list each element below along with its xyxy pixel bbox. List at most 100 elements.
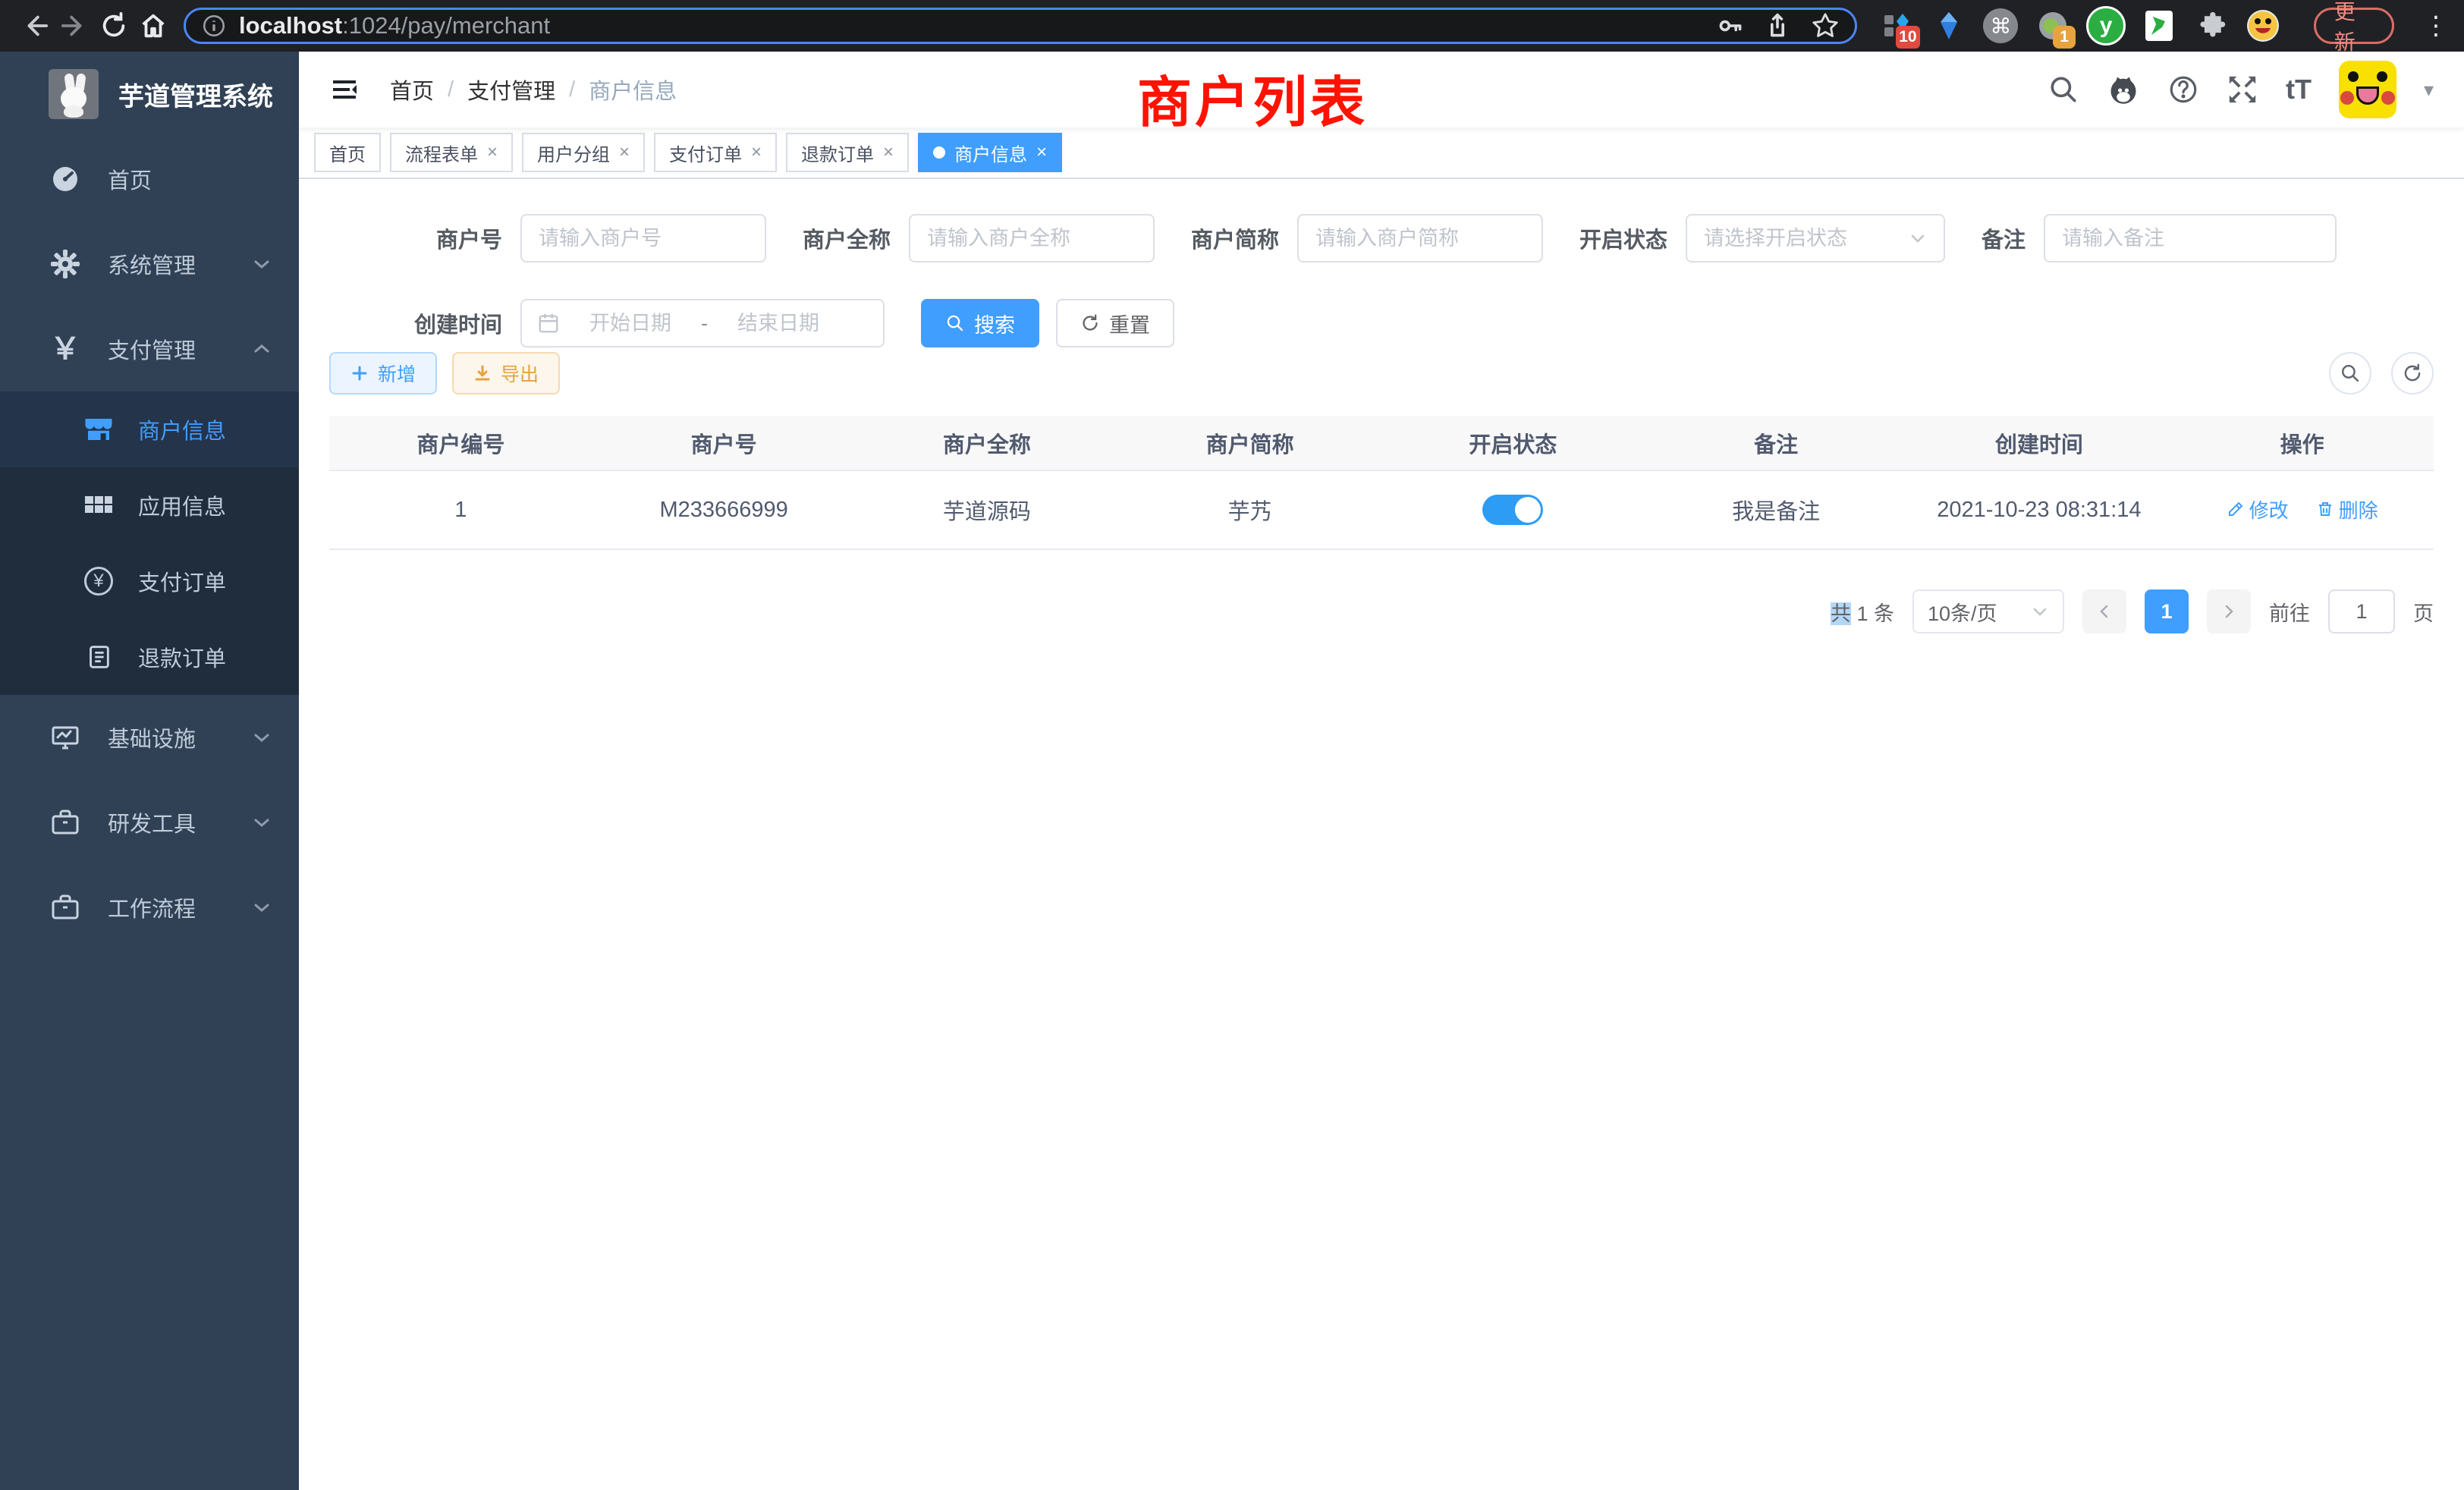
browser-home-button[interactable] — [134, 6, 173, 46]
close-icon[interactable]: × — [487, 142, 498, 163]
sidebar-item-dev-tools[interactable]: 研发工具 — [0, 780, 299, 865]
password-key-icon[interactable] — [1717, 12, 1744, 39]
extension-camera-icon[interactable]: 1 — [2035, 6, 2072, 46]
sidebar-item-pay-order[interactable]: ¥ 支付订单 — [0, 543, 299, 619]
avatar-caret-icon[interactable]: ▾ — [2424, 78, 2434, 102]
close-icon[interactable]: × — [883, 142, 894, 163]
date-range-picker[interactable]: - — [520, 299, 885, 347]
url-text: localhost:1024/pay/merchant — [239, 12, 1705, 39]
export-button[interactable]: 导出 — [452, 352, 560, 395]
tab-user-group[interactable]: 用户分组 × — [522, 133, 645, 172]
sidebar-submenu-pay: 商户信息 应用信息 ¥ 支付订单 退款订单 — [0, 391, 299, 695]
close-icon[interactable]: × — [1036, 142, 1047, 163]
browser-menu-icon[interactable]: ⋮ — [2423, 11, 2449, 41]
address-bar[interactable]: localhost:1024/pay/merchant — [184, 8, 1857, 44]
page-info-icon[interactable] — [201, 13, 227, 39]
reset-button[interactable]: 重置 — [1056, 299, 1174, 347]
tab-pay-order[interactable]: 支付订单 × — [654, 133, 777, 172]
extensions-puzzle-icon[interactable] — [2193, 6, 2230, 46]
delete-link[interactable]: 删除 — [2316, 495, 2378, 523]
edit-link[interactable]: 修改 — [2227, 495, 2289, 523]
table-toolbar: 新增 导出 — [299, 347, 2464, 395]
profile-emoji-icon[interactable] — [2245, 6, 2282, 46]
bookmark-star-icon[interactable] — [1811, 11, 1840, 40]
sidebar-logo[interactable]: 芋道管理系统 — [0, 52, 299, 137]
browser-reload-button[interactable] — [94, 6, 134, 46]
end-date-input[interactable] — [721, 312, 835, 335]
chrome-update-button[interactable]: 更新 — [2314, 8, 2394, 44]
help-icon[interactable] — [2167, 74, 2199, 105]
search-form: 商户号 商户全称 商户简称 开启状态 — [299, 179, 2464, 347]
status-select[interactable] — [1686, 214, 1945, 262]
cell-short-name: 芋艿 — [1118, 470, 1381, 549]
full-name-input[interactable] — [927, 227, 1136, 250]
breadcrumb-pay[interactable]: 支付管理 — [467, 74, 555, 105]
close-icon[interactable]: × — [619, 142, 630, 163]
browser-back-button[interactable] — [15, 6, 55, 46]
extension-y-icon[interactable]: y — [2086, 6, 2126, 46]
extension-gem-icon[interactable] — [1931, 6, 1968, 46]
search-button[interactable]: 搜索 — [921, 299, 1039, 347]
pagination: 共 1 条 10条/页 1 前往 页 — [299, 589, 2464, 633]
share-icon[interactable] — [1764, 12, 1791, 39]
sidebar-item-home[interactable]: 首页 — [0, 137, 299, 222]
extension-notes-icon[interactable] — [2141, 6, 2178, 46]
merchant-no-input[interactable] — [539, 227, 748, 250]
sidebar-item-refund-order[interactable]: 退款订单 — [0, 619, 299, 695]
prev-page-button[interactable] — [2082, 589, 2126, 633]
sidebar-fold-icon[interactable] — [329, 74, 360, 105]
col-remark: 备注 — [1645, 416, 1908, 470]
search-icon[interactable] — [2048, 74, 2079, 105]
tab-process-form[interactable]: 流程表单 × — [390, 133, 513, 172]
sidebar-item-label: 研发工具 — [108, 806, 252, 838]
tab-refund-order[interactable]: 退款订单 × — [786, 133, 909, 172]
sidebar-item-workflow[interactable]: 工作流程 — [0, 865, 299, 950]
annotation-merchant-list: 商户列表 — [1137, 58, 1368, 137]
briefcase-icon — [49, 807, 82, 838]
chevron-down-icon — [252, 254, 272, 274]
refresh-button[interactable] — [2391, 352, 2434, 395]
next-page-button[interactable] — [2207, 589, 2251, 633]
font-size-icon[interactable]: tT — [2286, 74, 2312, 105]
user-avatar[interactable] — [2339, 61, 2396, 118]
remark-input[interactable] — [2062, 227, 2318, 250]
col-actions: 操作 — [2170, 416, 2434, 470]
sidebar-item-app-info[interactable]: 应用信息 — [0, 467, 299, 543]
yen-circle-icon: ¥ — [82, 567, 115, 596]
field-label: 商户号 — [329, 222, 502, 254]
dashboard-icon — [49, 164, 82, 194]
sidebar-item-pay[interactable]: ￥ 支付管理 — [0, 306, 299, 391]
document-icon — [82, 643, 115, 671]
sidebar-item-system[interactable]: 系统管理 — [0, 222, 299, 306]
breadcrumb-current: 商户信息 — [589, 74, 677, 105]
close-icon[interactable]: × — [751, 142, 762, 163]
fullscreen-icon[interactable] — [2227, 74, 2258, 105]
tab-label: 支付订单 — [669, 140, 742, 166]
add-button[interactable]: 新增 — [329, 352, 437, 395]
short-name-input[interactable] — [1315, 227, 1525, 250]
pagination-total: 共 1 条 — [1831, 597, 1894, 627]
navbar-actions: tT ▾ — [2048, 61, 2434, 118]
sidebar-item-infra[interactable]: 基础设施 — [0, 695, 299, 780]
url-path: :1024/pay/merchant — [342, 12, 550, 39]
show-search-button[interactable] — [2329, 352, 2371, 395]
tab-merchant-info[interactable]: 商户信息 × — [918, 133, 1062, 172]
extension-sidebar-icon[interactable]: 10 — [1878, 6, 1916, 46]
status-toggle[interactable] — [1482, 495, 1543, 525]
col-merchant-no: 商户号 — [592, 416, 856, 470]
status-select-input[interactable] — [1704, 227, 1903, 250]
tab-home[interactable]: 首页 — [314, 133, 381, 172]
page-size-select[interactable]: 10条/页 — [1912, 589, 2064, 633]
goto-page-input[interactable] — [2328, 589, 2395, 633]
field-short-name: 商户简称 — [1191, 214, 1543, 262]
field-label: 创建时间 — [329, 307, 502, 339]
github-icon[interactable] — [2107, 73, 2140, 106]
start-date-input[interactable] — [574, 312, 687, 335]
date-separator: - — [701, 312, 708, 335]
extension-command-icon[interactable]: ⌘ — [1982, 6, 2019, 46]
breadcrumb-home[interactable]: 首页 — [390, 74, 434, 105]
page-1-button[interactable]: 1 — [2145, 589, 2189, 633]
cell-create-time: 2021-10-23 08:31:14 — [1908, 470, 2171, 549]
browser-forward-button[interactable] — [55, 6, 94, 46]
sidebar-item-merchant-info[interactable]: 商户信息 — [0, 391, 299, 467]
